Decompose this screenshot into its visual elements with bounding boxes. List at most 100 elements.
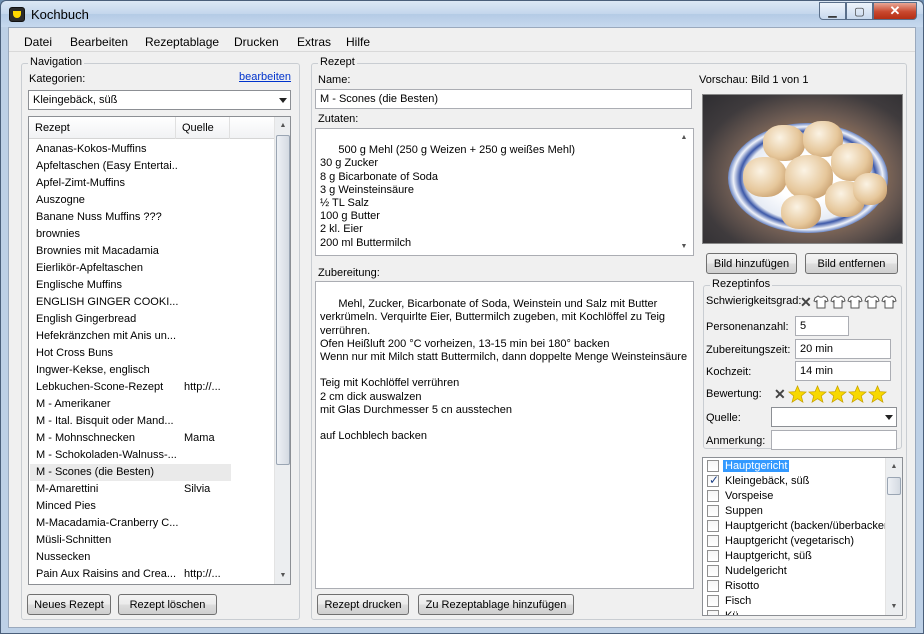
categories-label: Kategorien: [29,73,86,85]
checkbox[interactable] [707,490,719,502]
source-label: Quelle: [706,412,741,424]
menu-datei[interactable]: Datei [24,35,52,49]
recipe-name-input[interactable]: M - Scones (die Besten) [315,89,692,109]
checkbox[interactable] [707,550,719,562]
minimize-button[interactable]: ▁ [819,2,846,20]
recipe-name-cell: English Gingerbread [36,313,137,325]
category-checklist-item[interactable]: Hauptgericht, süß [705,549,881,564]
recipe-name-cell: Nussecken [36,551,91,563]
menu-rezeptablage[interactable]: Rezeptablage [145,35,219,49]
category-checklist-item[interactable]: Fisch [705,594,881,609]
checkbox[interactable] [707,460,719,472]
persons-input[interactable]: 5 [795,316,849,336]
checkbox[interactable] [707,565,719,577]
menu-bearbeiten[interactable]: Bearbeiten [70,35,128,49]
category-checklist-item[interactable]: Suppen [705,504,881,519]
checkbox[interactable] [707,520,719,532]
category-checklist-item[interactable]: Hauptgericht (backen/überbacken) [705,519,894,534]
category-checklist-item[interactable]: Vorspeise [705,489,881,504]
recipe-name-cell: Ingwer-Kekse, englisch [36,364,150,376]
category-checklist-item[interactable]: Hauptgericht [705,459,881,474]
delete-recipe-button[interactable]: Rezept löschen [118,594,217,615]
prep-time-input[interactable]: 20 min [795,339,891,359]
scroll-up-icon[interactable]: ▲ [676,129,692,146]
menu-bar: Datei Bearbeiten Rezeptablage Drucken Ex… [9,28,915,52]
recipe-name-cell: Brownies mit Macadamia [36,245,159,257]
scone-image [743,157,787,197]
cook-time-label: Kochzeit: [706,366,752,378]
chevron-down-icon [279,98,287,103]
chef-shirt-icon[interactable] [881,294,897,310]
preparation-textarea[interactable]: Mehl, Zucker, Bicarbonate of Soda, Weins… [315,281,694,589]
client-area: Datei Bearbeiten Rezeptablage Drucken Ex… [8,27,916,628]
checkbox[interactable] [707,580,719,592]
chef-shirt-icon[interactable] [847,294,863,310]
preparation-text: Mehl, Zucker, Bicarbonate of Soda, Weins… [320,298,688,443]
ingredients-textarea[interactable]: 500 g Mehl (250 g Weizen + 250 g weißes … [315,128,694,256]
scroll-up-icon[interactable]: ▲ [886,458,902,475]
cook-time-input[interactable]: 14 min [795,361,891,381]
category-checklist-label: Fisch [725,595,752,607]
category-checklist-item[interactable]: Nudelgericht [705,564,881,579]
clear-x-icon[interactable]: ✕ [774,386,786,403]
recipe-name-cell: M - Scones (die Besten) [36,466,154,478]
add-to-tray-button[interactable]: Zu Rezeptablage hinzufügen [418,594,574,615]
star-icon[interactable] [867,384,887,404]
column-header-recipe[interactable]: Rezept [29,117,176,139]
recipe-title: Rezept [318,56,357,68]
rating-stars[interactable]: ✕ [774,383,888,405]
scroll-down-icon[interactable]: ▼ [676,238,692,255]
recipe-name-cell: Apfel-Zimt-Muffins [36,177,126,189]
new-recipe-button[interactable]: Neues Rezept [27,594,111,615]
maximize-icon: ▢ [854,5,865,18]
chef-shirt-icon[interactable] [864,294,880,310]
note-input[interactable] [771,430,897,450]
chef-shirt-icon[interactable] [813,294,829,310]
remove-image-button[interactable]: Bild entfernen [805,253,898,274]
category-checklist[interactable]: Hauptgericht Kleingebäck, süß Vorspeise Sup… [702,457,903,616]
recipe-list-row[interactable]: M - Scones (die Besten) [30,464,231,481]
recipe-list-scrollbar[interactable]: ▲ ▼ [274,117,290,584]
recipe-name-cell: M - Amerikaner [36,398,111,410]
checkbox[interactable] [707,505,719,517]
recipe-name-cell: Ananas-Kokos-Muffins [36,143,147,155]
menu-hilfe[interactable]: Hilfe [346,35,370,49]
star-icon[interactable] [827,384,847,404]
print-recipe-button[interactable]: Rezept drucken [317,594,409,615]
edit-categories-link[interactable]: bearbeiten [239,71,291,83]
column-header-source[interactable]: Quelle [176,117,230,139]
title-bar[interactable]: Kochbuch ▁ ▢ ✕ [1,1,923,27]
checkbox[interactable] [707,595,719,607]
category-checklist-item[interactable]: Risotto [705,579,881,594]
star-icon[interactable] [847,384,867,404]
recipe-name-cell: M - Schokoladen-Walnuss-... [36,449,177,461]
scroll-thumb[interactable] [276,135,290,465]
ingredients-scrollbar[interactable]: ▲ ▼ [676,129,693,255]
category-select[interactable]: Kleingebäck, süß [28,90,291,110]
difficulty-rating[interactable]: ✕ [800,293,898,311]
category-checklist-item[interactable]: Hauptgericht (vegetarisch) [705,534,881,549]
scroll-up-icon[interactable]: ▲ [275,117,290,134]
note-label: Anmerkung: [706,435,766,447]
menu-drucken[interactable]: Drucken [234,35,279,49]
menu-extras[interactable]: Extras [297,35,331,49]
category-checklist-label: Kleingebäck, süß [725,475,810,487]
chef-shirt-icon[interactable] [830,294,846,310]
source-select[interactable] [771,407,897,427]
checkbox[interactable] [707,610,719,615]
scroll-thumb[interactable] [887,477,901,495]
category-checklist-item[interactable]: Kleingebäck, süß [705,473,881,489]
checkbox[interactable] [707,473,719,487]
category-checklist-item[interactable]: Kü... [705,609,881,615]
add-image-button[interactable]: Bild hinzufügen [706,253,797,274]
maximize-button[interactable]: ▢ [846,2,873,20]
close-button[interactable]: ✕ [873,2,917,20]
recipe-list[interactable]: Rezept Quelle Ananas-Kokos-Muffins Apfelt… [28,116,291,585]
scroll-down-icon[interactable]: ▼ [886,598,902,615]
star-icon[interactable] [807,384,827,404]
checkbox[interactable] [707,535,719,547]
clear-x-icon[interactable]: ✕ [800,294,812,311]
star-icon[interactable] [787,384,807,404]
scroll-down-icon[interactable]: ▼ [275,567,290,584]
checklist-scrollbar[interactable]: ▲ ▼ [885,458,902,615]
